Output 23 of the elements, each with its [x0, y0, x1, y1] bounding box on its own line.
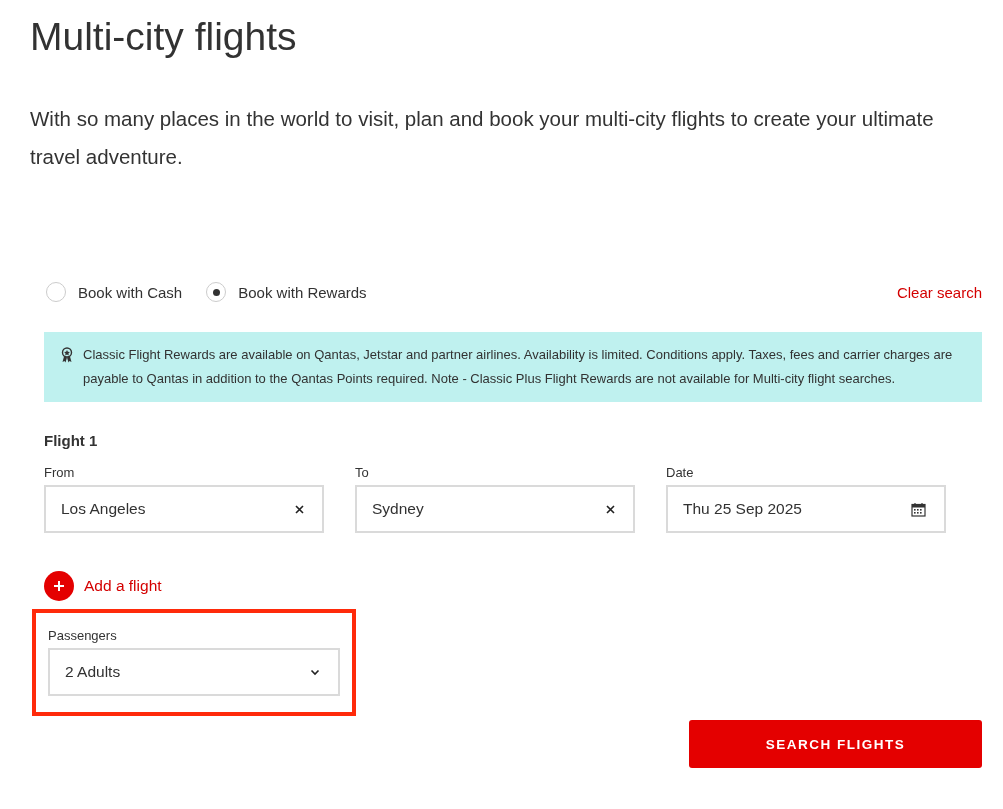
chevron-down-icon [310, 668, 320, 676]
notice-text: Classic Flight Rewards are available on Qantas, Jetstar and partner airlines. Availability is limited. Conditions apply. Taxes, fees and carrier charges are payable to Qantas in addition to the Qantas Points required. Note - Classic Plus Flight Rewards are not available for Multi-city flight searches. [83, 346, 954, 388]
page-title: Multi-city flights [30, 14, 298, 60]
input-field[interactable]: Sydney [355, 485, 635, 533]
field-label: To [355, 465, 370, 480]
plus-icon[interactable] [44, 571, 74, 601]
calendar-icon[interactable] [911, 501, 926, 517]
passengers-dropdown[interactable]: 2 Adults [48, 648, 340, 696]
clear-icon[interactable] [606, 504, 615, 514]
intro-text: With so many places in the world to visit, plan and book your multi-city flights to create your ultimate travel adventure. [30, 106, 935, 170]
radio-option[interactable]: Book with Rewards [206, 282, 367, 302]
add-flight-link[interactable]: Add a flight [44, 571, 982, 601]
radio-option[interactable]: Book with Cash [46, 282, 183, 302]
clear-icon[interactable] [295, 504, 304, 514]
field-label: From [44, 465, 76, 480]
search-flights-button[interactable]: SEARCH FLIGHTS [689, 720, 982, 768]
award-ribbon-icon [61, 347, 73, 363]
field-label: Passengers [48, 628, 118, 643]
input-field[interactable]: Los Angeles [44, 485, 324, 533]
date-field[interactable]: Thu 25 Sep 2025 [666, 485, 946, 533]
flight-heading: Flight 1 [44, 432, 99, 449]
field-label: Date [666, 465, 695, 480]
clear-search-link[interactable]: Clear search [896, 283, 982, 301]
